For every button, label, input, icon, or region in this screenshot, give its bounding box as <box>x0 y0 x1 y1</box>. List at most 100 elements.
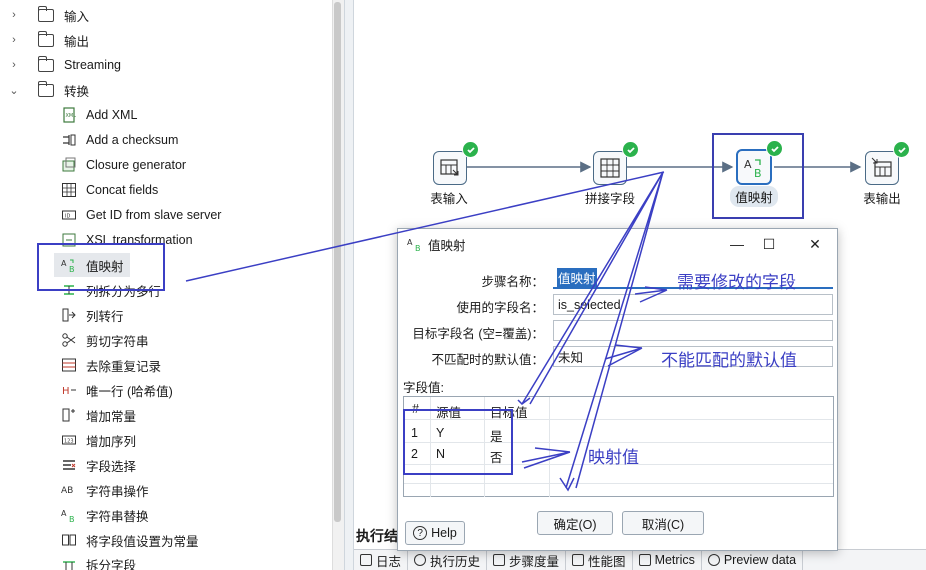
step-table-output[interactable] <box>865 151 899 185</box>
tab-perf-chart[interactable]: 性能图 <box>566 550 633 570</box>
tree-folder-output[interactable]: › 输出 <box>8 29 89 51</box>
default-value-value: 未知 <box>558 351 584 365</box>
tree-item-closure-generator[interactable]: Closure generator <box>60 154 186 176</box>
check-icon <box>622 141 639 158</box>
chevron-right-icon[interactable]: › <box>8 9 20 21</box>
chevron-right-icon[interactable]: › <box>8 34 20 46</box>
tab-label: 执行历史 <box>430 554 481 569</box>
dialog-title: 值映射 <box>428 238 466 253</box>
field-used-input[interactable]: is_selected <box>553 294 833 315</box>
tree-item-label: 剪切字符串 <box>86 334 149 349</box>
ok-button[interactable]: 确定(O) <box>537 511 613 535</box>
tree-item-label: Add XML <box>86 108 138 122</box>
tree-folder-transform[interactable]: ⌄ 转换 <box>8 79 89 101</box>
tree-folder-label: Streaming <box>64 58 121 72</box>
field-used-value: is_selected <box>558 297 621 312</box>
svg-text:A: A <box>61 259 67 268</box>
set-constant-icon <box>60 532 78 548</box>
chevron-right-icon[interactable]: › <box>8 59 20 71</box>
minimize-icon[interactable]: — <box>728 235 746 253</box>
dedupe-icon <box>60 357 78 373</box>
tree-item-set-constant[interactable]: 将字段值设置为常量 <box>60 529 199 551</box>
target-field-label: 目标字段名 (空=覆盖)： <box>412 327 544 341</box>
tree-item-label: XSL transformation <box>86 233 193 247</box>
step-table-input[interactable] <box>433 151 467 185</box>
tree-item-col-to-row[interactable]: 列转行 <box>60 304 124 326</box>
folder-icon <box>37 30 54 47</box>
tree-item-string-ops[interactable]: AB 字符串操作 <box>60 479 149 501</box>
tree-item-select-fields[interactable]: 字段选择 <box>60 454 136 476</box>
tree-folder-label: 转换 <box>64 84 90 99</box>
tree-item-split-rows[interactable]: 列拆分为多行 <box>60 279 161 301</box>
folder-icon <box>37 5 54 22</box>
tree-item-get-id[interactable]: ID Get ID from slave server <box>60 204 221 226</box>
help-icon: ? <box>413 526 428 540</box>
step-label: 表输入 <box>430 192 468 206</box>
chevron-down-icon[interactable]: ⌄ <box>8 84 20 97</box>
table-cell-target[interactable]: 否 <box>490 447 503 466</box>
tree-folder-label: 输出 <box>64 34 90 49</box>
target-field-input[interactable] <box>553 320 833 341</box>
annotation-mapping-values: 映射值 <box>588 448 639 467</box>
xsl-icon <box>60 232 78 248</box>
tree-item-value-mapper[interactable]: AB 值映射 <box>54 253 130 277</box>
svg-text:ID: ID <box>65 214 70 220</box>
default-value-label: 不匹配时的默认值： <box>431 353 544 367</box>
tab-log[interactable]: 日志 <box>354 550 409 570</box>
svg-text:H: H <box>62 386 70 397</box>
step-concat-fields[interactable] <box>593 151 627 185</box>
tree-item-label: 增加序列 <box>86 434 137 449</box>
concat-icon <box>60 182 78 198</box>
help-label: Help <box>431 526 457 540</box>
tab-history[interactable]: 执行历史 <box>408 550 488 570</box>
tree-item-cut-string[interactable]: 剪切字符串 <box>60 329 149 351</box>
tree-item-xsl[interactable]: XSL transformation <box>60 229 193 251</box>
tab-metrics[interactable]: Metrics <box>633 550 702 570</box>
col-to-row-icon <box>60 307 78 323</box>
help-button[interactable]: ? Help <box>405 521 465 545</box>
string-replace-icon: AB <box>60 507 78 523</box>
cancel-button[interactable]: 取消(C) <box>622 511 704 535</box>
maximize-icon[interactable]: ☐ <box>760 235 778 253</box>
tree-item-label: Concat fields <box>86 183 159 197</box>
table-cell-source[interactable]: N <box>436 447 445 461</box>
tree-item-label: 拆分字段 <box>86 558 137 570</box>
tree-item-add-constant[interactable]: 增加常量 <box>60 404 136 426</box>
tab-label: Metrics <box>654 553 695 567</box>
tree-folder-input[interactable]: › 输入 <box>8 4 89 26</box>
tree-item-split-field[interactable]: 拆分字段 <box>60 553 136 570</box>
tab-step-metrics[interactable]: 步骤度量 <box>487 550 567 570</box>
table-row-number: 2 <box>411 447 418 461</box>
tree-item-label: 值映射 <box>86 259 124 274</box>
table-cell-source[interactable]: Y <box>436 426 444 440</box>
tree-item-add-sequence[interactable]: 123 增加序列 <box>60 429 136 451</box>
panel-splitter[interactable] <box>344 0 354 570</box>
metrics-icon <box>638 554 651 566</box>
step-label: 值映射 <box>730 186 778 207</box>
field-values-label: 字段值: <box>403 381 444 395</box>
table-header[interactable]: # <box>412 402 419 416</box>
tree-folder-streaming[interactable]: › Streaming <box>8 54 121 76</box>
table-header[interactable]: 源值 <box>436 402 461 421</box>
table-header[interactable]: 目标值 <box>490 402 528 421</box>
select-fields-icon <box>60 457 78 473</box>
dialog-titlebar[interactable]: AB 值映射 — ☐ ✕ <box>398 229 837 259</box>
step-label: 拼接字段 <box>584 192 635 206</box>
tree-item-concat-fields[interactable]: Concat fields <box>60 179 158 201</box>
tree-item-string-replace[interactable]: AB 字符串替换 <box>60 504 149 526</box>
spoon-window: › 输入 › 输出 › Streaming ⌄ 转换 XML Add XML A… <box>0 0 926 570</box>
tree-scrollbar-thumb[interactable] <box>334 2 341 522</box>
sequence-icon: 123 <box>60 432 78 448</box>
tree-item-unique-hash[interactable]: H 唯一行 (哈希值) <box>60 379 173 401</box>
log-icon <box>360 554 372 566</box>
table-cell-target[interactable]: 是 <box>490 426 503 445</box>
tab-preview-data[interactable]: Preview data <box>702 550 804 570</box>
close-icon[interactable]: ✕ <box>806 235 824 253</box>
step-value-mapper[interactable]: AB <box>736 149 772 185</box>
tree-item-add-xml[interactable]: XML Add XML <box>60 104 137 126</box>
tree-item-dedupe[interactable]: 去除重复记录 <box>60 354 161 376</box>
tree-item-add-checksum[interactable]: Add a checksum <box>60 129 178 151</box>
svg-text:A: A <box>407 238 413 247</box>
value-mapper-icon: AB <box>60 257 78 273</box>
field-used-label: 使用的字段名： <box>456 301 544 315</box>
